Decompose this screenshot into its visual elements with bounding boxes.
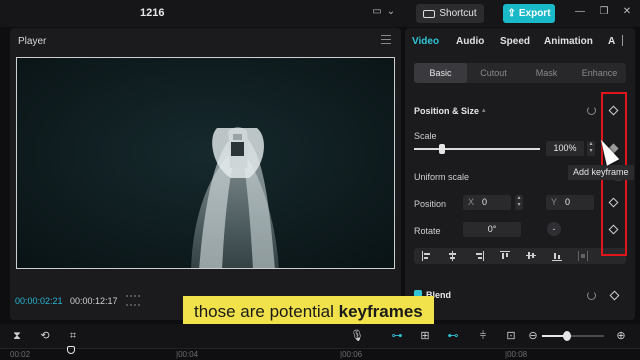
current-time: 00:00:02:21 xyxy=(15,296,63,306)
magnet-icon[interactable]: ⊷ xyxy=(446,329,460,343)
position-y-field[interactable]: Y0 xyxy=(546,195,594,210)
link-clips-icon[interactable]: ⊶ xyxy=(390,329,404,343)
top-bar: 1216 ▭ ⌄ Shortcut ⇪ Export — ❐ ✕ xyxy=(0,0,640,27)
subtab-cutout[interactable]: Cutout xyxy=(467,63,520,83)
shortcut-button[interactable]: Shortcut xyxy=(416,4,484,23)
align-bottom-icon[interactable] xyxy=(552,251,562,261)
subtab-enhance[interactable]: Enhance xyxy=(573,63,626,83)
playhead[interactable] xyxy=(67,346,75,360)
position-x-stepper[interactable]: ▴ ▾ xyxy=(515,195,523,210)
align-toolbar xyxy=(414,248,626,264)
split-icon[interactable]: ⧗ xyxy=(10,329,24,343)
align-left-icon[interactable] xyxy=(422,251,432,261)
rotate-reset-button[interactable]: - xyxy=(547,222,561,236)
grid-icon[interactable] xyxy=(126,295,140,306)
ruler-label: 00:02 xyxy=(10,350,31,359)
boat-wake-image xyxy=(17,58,394,268)
snap-icon[interactable]: ⊞ xyxy=(418,329,432,343)
export-icon: ⇪ xyxy=(507,8,516,19)
zoom-in-icon[interactable]: ⊕ xyxy=(614,329,628,343)
crop-icon[interactable]: ⌗ xyxy=(66,329,80,343)
layout-icon[interactable]: ▭ xyxy=(370,6,384,18)
y-axis-letter: Y xyxy=(551,197,558,207)
timeline-toolbar: ⧗ ⟲ ⌗ 🎙 ⊶ ⊞ ⊷ ⫩ ⊡ ⊖ ⊕ xyxy=(0,324,640,348)
keyboard-icon xyxy=(423,9,436,18)
align-center-h-icon[interactable] xyxy=(448,251,458,261)
export-label: Export xyxy=(518,8,551,19)
chevron-down-icon[interactable]: ⌄ xyxy=(384,6,398,18)
player-title: Player xyxy=(18,36,47,47)
subtab-basic[interactable]: Basic xyxy=(414,63,467,83)
rotate-field[interactable]: 0° xyxy=(463,222,521,237)
position-label: Position xyxy=(414,199,447,209)
position-size-title: Position & Size xyxy=(414,106,480,116)
collapse-panel-icon[interactable] xyxy=(622,35,631,46)
ruler-label: |00:08 xyxy=(505,350,528,359)
scale-slider-thumb[interactable] xyxy=(439,144,445,154)
shortcut-label: Shortcut xyxy=(439,8,477,19)
total-time: 00:00:12:17 xyxy=(70,296,118,306)
caption-emphasis: keyframes xyxy=(338,302,423,321)
scale-slider-fill xyxy=(414,148,442,150)
scale-value[interactable]: 100% xyxy=(546,141,584,156)
rotate-reset-label: - xyxy=(552,224,556,234)
tab-adjustment[interactable]: A xyxy=(608,36,615,47)
scale-label: Scale xyxy=(414,131,437,141)
caret-up-icon[interactable]: ▴ xyxy=(482,106,486,114)
subtab-bar: Basic Cutout Mask Enhance xyxy=(414,63,626,83)
reset-icon[interactable] xyxy=(587,106,596,115)
tab-video[interactable]: Video xyxy=(412,36,439,47)
ruler-label: |00:06 xyxy=(340,350,363,359)
blend-keyframe-icon[interactable] xyxy=(609,290,620,301)
video-preview[interactable] xyxy=(16,57,395,269)
ruler-label: |00:04 xyxy=(176,350,199,359)
add-keyframe-tooltip: Add keyframe xyxy=(568,165,634,180)
project-name[interactable]: 1216 xyxy=(140,7,164,19)
scale-slider[interactable] xyxy=(414,144,540,154)
position-x-value: 0 xyxy=(482,197,488,207)
distribute-icon[interactable] xyxy=(578,251,588,261)
subtab-mask[interactable]: Mask xyxy=(520,63,573,83)
scale-stepper[interactable]: ▴ ▾ xyxy=(587,141,595,156)
blend-reset-icon[interactable] xyxy=(587,291,596,300)
align-right-icon[interactable] xyxy=(474,251,484,261)
menu-icon[interactable] xyxy=(381,35,391,45)
zoom-slider[interactable] xyxy=(542,331,604,341)
tab-speed[interactable]: Speed xyxy=(500,36,530,47)
position-x-field[interactable]: X0 xyxy=(463,195,511,210)
preview-axis-icon[interactable]: ⊡ xyxy=(504,329,518,343)
tab-audio[interactable]: Audio xyxy=(456,36,484,47)
caption-prefix: those are potential xyxy=(194,302,339,321)
microphone-icon[interactable]: 🎙 xyxy=(350,329,364,343)
x-axis-letter: X xyxy=(468,197,475,207)
align-center-v-icon[interactable] xyxy=(526,251,536,261)
rotate-icon[interactable]: ⟲ xyxy=(38,329,52,343)
player-panel: Player 00:00:02:21 00:00:12:17 xyxy=(10,28,401,320)
split-scene-icon[interactable]: ⫩ xyxy=(476,329,490,343)
align-top-icon[interactable] xyxy=(500,251,510,261)
uniform-scale-label: Uniform scale xyxy=(414,172,470,182)
close-icon[interactable]: ✕ xyxy=(621,6,633,18)
timeline-ruler[interactable]: 00:02 |00:04 |00:06 |00:08 xyxy=(0,348,640,360)
rotate-label: Rotate xyxy=(414,226,441,236)
zoom-slider-thumb[interactable] xyxy=(563,331,571,341)
tab-animation[interactable]: Animation xyxy=(544,36,593,47)
restore-icon[interactable]: ❐ xyxy=(598,6,610,18)
zoom-out-icon[interactable]: ⊖ xyxy=(526,329,540,343)
export-button[interactable]: ⇪ Export xyxy=(503,4,555,23)
position-y-value: 0 xyxy=(565,197,571,207)
minimize-icon[interactable]: — xyxy=(574,6,586,18)
inspector-tabs: Video Audio Speed Animation A xyxy=(405,28,635,54)
